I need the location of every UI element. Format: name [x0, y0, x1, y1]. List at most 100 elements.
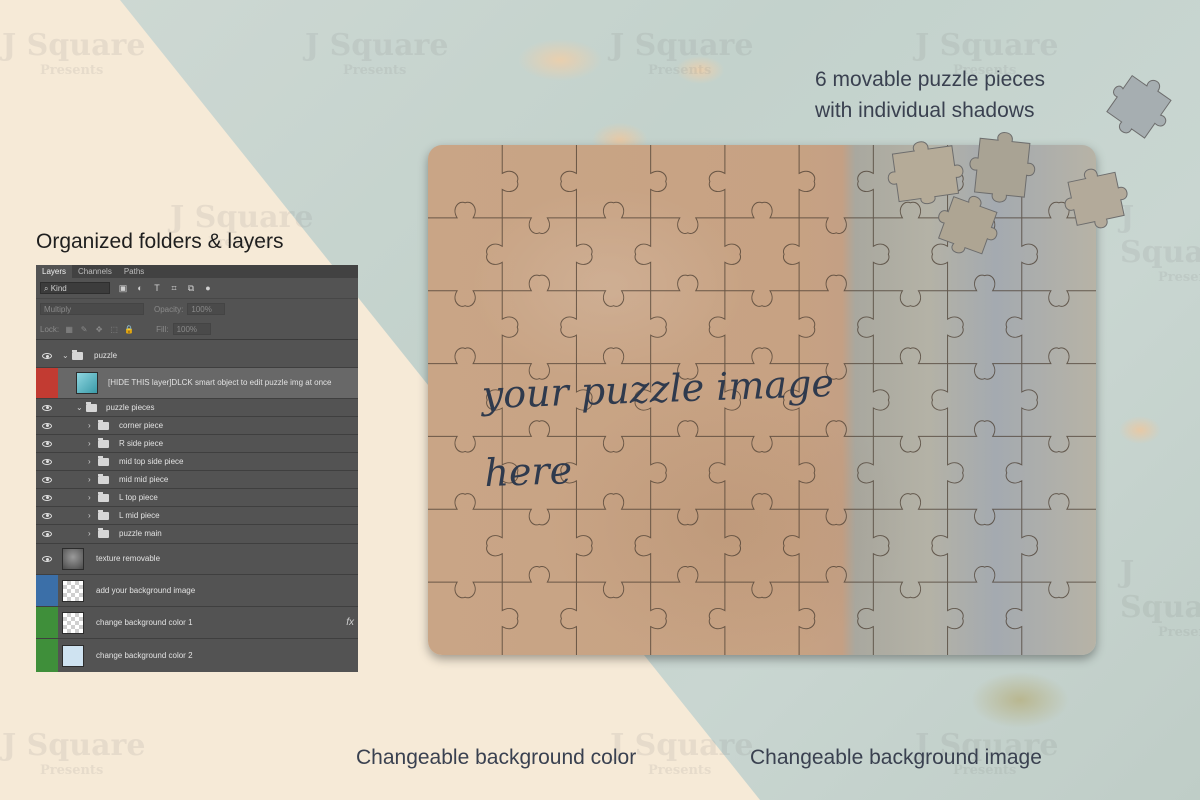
layer-name: mid mid piece [119, 474, 169, 484]
loose-puzzle-piece[interactable] [1105, 68, 1175, 148]
tab-layers[interactable]: Layers [36, 265, 73, 278]
blend-mode-select[interactable]: Multiply [40, 303, 144, 315]
lock-image-icon[interactable]: ✎ [79, 325, 89, 334]
eye-icon [42, 476, 52, 483]
layer-row[interactable]: add your background image [36, 575, 358, 607]
lock-position-icon[interactable]: ✥ [94, 325, 104, 334]
folder-icon [98, 437, 109, 448]
visibility-toggle[interactable] [36, 368, 58, 398]
fill-label: Fill: [156, 324, 169, 334]
layer-name: mid top side piece [119, 456, 184, 466]
loose-puzzle-piece[interactable] [1060, 160, 1142, 234]
puzzle-placeholder-text: your puzzle image here [480, 344, 838, 512]
lock-all-icon[interactable]: 🔒 [124, 325, 134, 334]
visibility-toggle[interactable] [36, 435, 58, 452]
eye-icon [42, 404, 52, 411]
layer-name: texture removable [96, 554, 161, 563]
layer-name: add your background image [96, 585, 196, 595]
loose-puzzle-piece[interactable] [935, 190, 1005, 260]
layers-panel: Layers Channels Paths ⌕ Kind ▣ ◐ T ⌗ ⧉ ●… [36, 265, 358, 672]
eye-icon [42, 422, 52, 429]
layer-row[interactable]: ⌄ puzzle [36, 345, 358, 368]
visibility-toggle[interactable] [36, 489, 58, 506]
lock-label: Lock: [40, 324, 60, 334]
fx-icon[interactable]: fx [346, 617, 354, 628]
expand-arrow-icon[interactable]: › [88, 439, 91, 449]
kind-filter-select[interactable]: ⌕ Kind [40, 282, 110, 294]
eye-icon [42, 353, 52, 359]
image-filter-icon[interactable]: ▣ [118, 283, 128, 293]
type-filter-icon[interactable]: T [152, 283, 162, 293]
tab-paths[interactable]: Paths [118, 265, 150, 278]
visibility-toggle[interactable] [36, 399, 58, 416]
caption-background-image: Changeable background image [750, 746, 1042, 769]
visibility-toggle[interactable] [36, 471, 58, 488]
eye-icon [42, 440, 52, 447]
expand-arrow-icon[interactable]: › [88, 511, 91, 521]
folder-icon [98, 509, 109, 520]
caption-folders-layers: Organized folders & layers [36, 230, 284, 253]
visibility-toggle[interactable] [36, 507, 58, 524]
color-fill-thumbnail [62, 644, 84, 667]
layer-name: L mid piece [119, 510, 160, 520]
caption-line: 6 movable puzzle pieces [815, 68, 1045, 91]
lock-row: Lock: ▦ ✎ ✥ ⬚ 🔒 Fill: 100% [36, 319, 358, 340]
watermark: J SquarePresents [2, 728, 146, 778]
tab-channels[interactable]: Channels [72, 265, 118, 278]
layer-name: R side piece [119, 438, 164, 448]
layer-row[interactable]: › corner piece [36, 417, 358, 435]
expand-arrow-icon[interactable]: › [88, 493, 91, 503]
layer-row[interactable]: change background color 2 [36, 639, 358, 672]
panel-tabs: Layers Channels Paths [36, 265, 358, 278]
collapse-arrow-icon[interactable]: ⌄ [62, 351, 69, 361]
transparent-thumbnail [62, 579, 84, 602]
layer-row[interactable]: change background color 1 fx [36, 607, 358, 639]
filter-toggle-icon[interactable]: ● [203, 283, 213, 293]
smart-object-thumbnail [76, 372, 98, 394]
fill-input[interactable]: 100% [172, 323, 211, 335]
caption-background-color: Changeable background color [356, 746, 637, 769]
eye-icon [42, 494, 52, 501]
folder-icon [86, 401, 97, 412]
puzzle-text-line: here [483, 448, 573, 496]
visibility-toggle[interactable] [36, 575, 58, 606]
color-fill-thumbnail [62, 611, 84, 634]
layer-row[interactable]: › mid mid piece [36, 471, 358, 489]
adjustment-filter-icon[interactable]: ◐ [135, 283, 145, 293]
shape-filter-icon[interactable]: ⌗ [169, 283, 179, 293]
folder-icon [72, 350, 83, 360]
expand-arrow-icon[interactable]: › [88, 529, 91, 539]
mockup-canvas: J Square Presents J Square Presents J Squa… [0, 0, 1200, 800]
layer-name: [HIDE THIS layer]DLCK smart object to ed… [108, 378, 332, 387]
artboard-lock-icon[interactable]: ⬚ [109, 325, 119, 334]
layer-row[interactable]: › puzzle main [36, 525, 358, 544]
folder-icon [98, 473, 109, 484]
layer-name: change background color 1 [96, 617, 193, 627]
folder-icon [98, 528, 109, 538]
layer-row[interactable]: › L top piece [36, 489, 358, 507]
smart-object-filter-icon[interactable]: ⧉ [186, 283, 196, 293]
layer-row[interactable]: › L mid piece [36, 507, 358, 525]
lock-transparency-icon[interactable]: ▦ [64, 325, 74, 334]
layer-row[interactable]: texture removable [36, 544, 358, 575]
expand-arrow-icon[interactable]: › [88, 475, 91, 485]
visibility-toggle[interactable] [36, 453, 58, 470]
opacity-input[interactable]: 100% [187, 303, 226, 315]
collapse-arrow-icon[interactable]: ⌄ [76, 403, 83, 413]
layer-row[interactable]: › R side piece [36, 435, 358, 453]
eye-icon [42, 531, 52, 537]
layer-row-selected[interactable]: [HIDE THIS layer]DLCK smart object to ed… [36, 368, 358, 399]
layer-row[interactable]: ⌄ puzzle pieces [36, 399, 358, 417]
folder-icon [98, 455, 109, 466]
visibility-toggle[interactable] [36, 345, 58, 367]
visibility-toggle[interactable] [36, 525, 58, 543]
watermark: J SquarePresents [2, 28, 146, 78]
visibility-toggle[interactable] [36, 417, 58, 434]
expand-arrow-icon[interactable]: › [88, 457, 91, 467]
visibility-toggle[interactable] [36, 544, 58, 574]
visibility-toggle[interactable] [36, 639, 58, 672]
layer-name: puzzle [94, 351, 118, 360]
expand-arrow-icon[interactable]: › [88, 421, 91, 431]
visibility-toggle[interactable] [36, 607, 58, 638]
layer-row[interactable]: › mid top side piece [36, 453, 358, 471]
